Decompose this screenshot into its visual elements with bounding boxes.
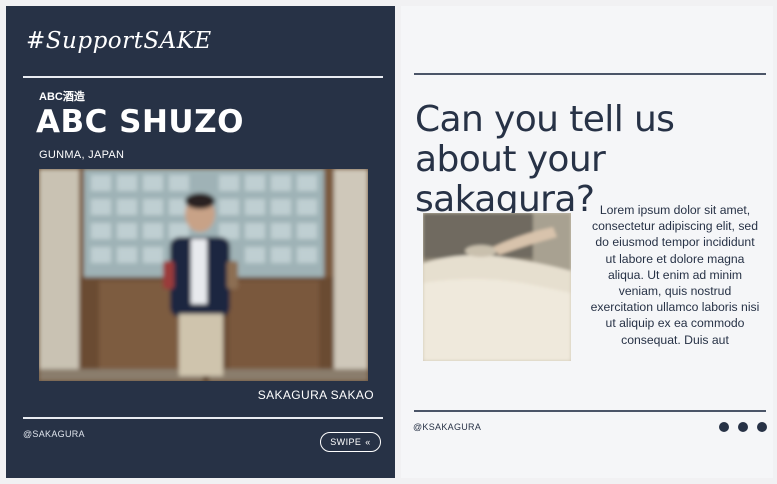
swipe-label: SWIPE bbox=[330, 437, 362, 447]
top-divider bbox=[414, 73, 766, 75]
top-divider bbox=[23, 76, 383, 78]
brewery-name: ABC SHUZO bbox=[36, 104, 244, 140]
right-slide-card: Can you tell us about your sakagura? Lor… bbox=[401, 6, 773, 478]
rice-steaming-photo bbox=[423, 213, 571, 361]
answer-body-text: Lorem ipsum dolor sit amet, consectetur … bbox=[590, 203, 760, 347]
carousel-dots[interactable] bbox=[719, 422, 767, 432]
carousel-dot[interactable] bbox=[719, 422, 729, 432]
double-chevron-left-icon: « bbox=[365, 437, 371, 447]
carousel-dot[interactable] bbox=[757, 422, 767, 432]
brewer-photo bbox=[39, 169, 368, 381]
social-handle: @SAKAGURA bbox=[23, 429, 85, 439]
social-handle: @KSAKAGURA bbox=[413, 422, 482, 432]
brewery-japanese-name: ABC酒造 bbox=[39, 91, 85, 103]
bottom-divider bbox=[414, 410, 766, 412]
photo-caption: SAKAGURA SAKAO bbox=[257, 388, 374, 402]
carousel-dot[interactable] bbox=[738, 422, 748, 432]
brewery-location: GUNMA, JAPAN bbox=[39, 149, 125, 161]
hashtag-title: #SupportSAKE bbox=[26, 28, 212, 54]
swipe-button[interactable]: SWIPE « bbox=[320, 432, 381, 452]
bottom-divider bbox=[23, 417, 383, 419]
left-slide-card: #SupportSAKE ABC酒造 ABC SHUZO GUNMA, JAPA… bbox=[6, 6, 395, 478]
